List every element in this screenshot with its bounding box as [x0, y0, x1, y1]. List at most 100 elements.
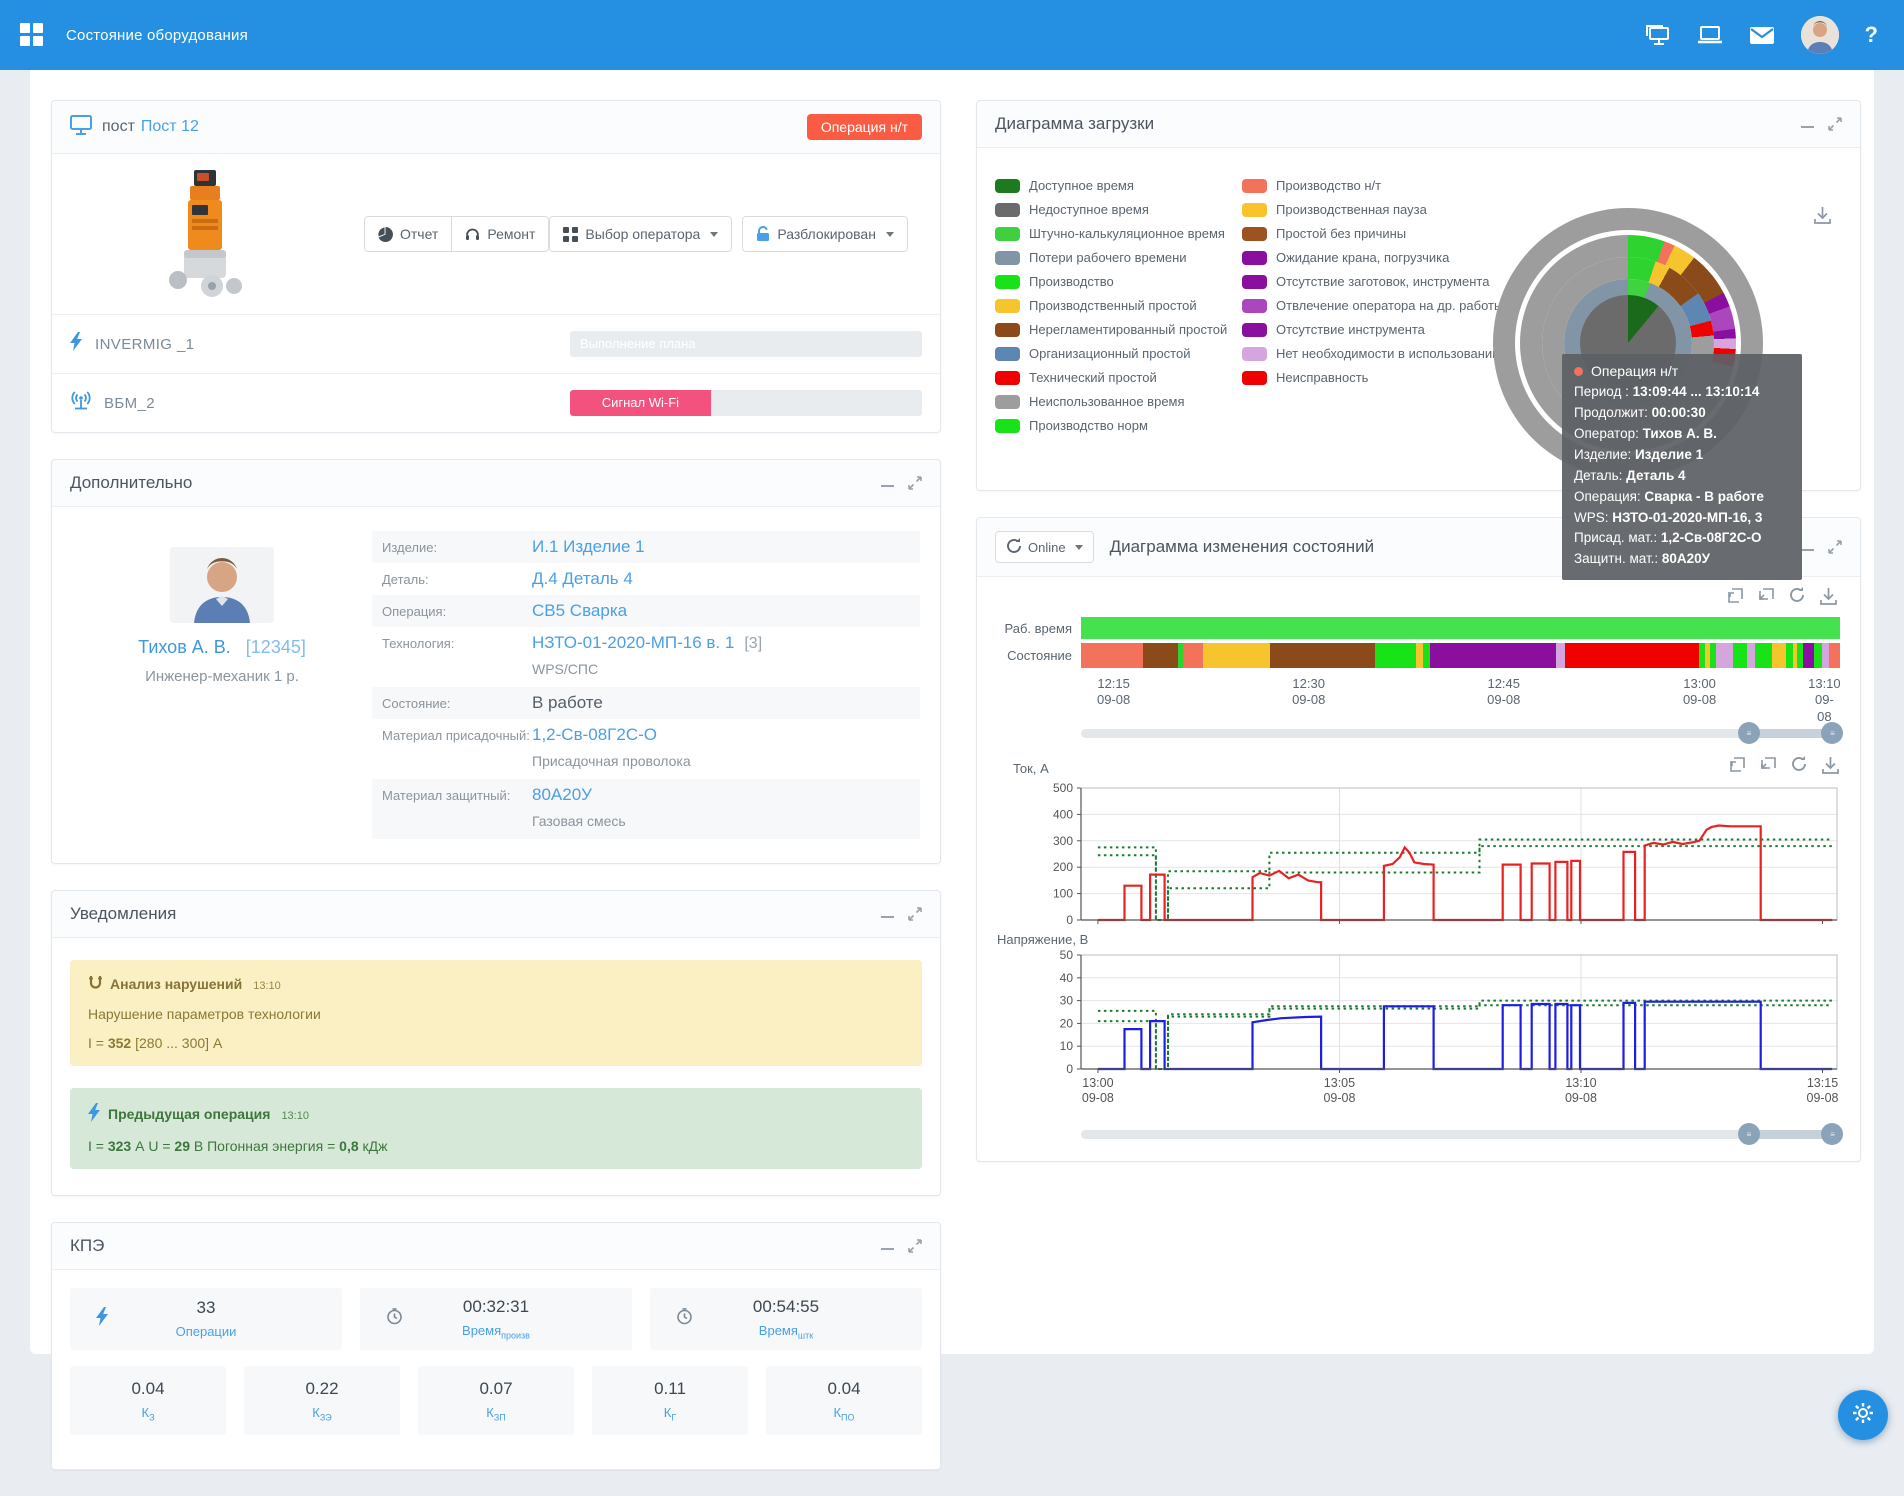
laptop-icon[interactable] [1697, 22, 1723, 48]
report-button[interactable]: Отчет [364, 216, 452, 252]
detail-value[interactable]: Д.4 Деталь 4 [532, 569, 633, 589]
legend-label: Производственный простой [1029, 298, 1197, 313]
operator-name-link[interactable]: Тихов А. В. [138, 637, 231, 657]
minimize-icon[interactable] [881, 916, 894, 918]
zoom-box-icon[interactable] [1727, 587, 1744, 611]
detail-value[interactable]: 80А20У [532, 785, 592, 805]
charts-scrollbar[interactable]: ≡ ≡ [1081, 1123, 1840, 1145]
mail-icon[interactable] [1749, 22, 1775, 48]
state-segment [1081, 617, 1840, 639]
kpi-label: КЗЭ [305, 1405, 338, 1423]
workstations-icon[interactable] [1645, 22, 1671, 48]
detail-value[interactable]: И.1 Изделие 1 [532, 537, 645, 557]
unlock-button[interactable]: Разблокирован [742, 216, 908, 252]
slider-handle-right[interactable]: ≡ [1821, 1123, 1843, 1145]
legend-item: Штучно-калькуляционное время [995, 224, 1227, 243]
legend-label: Производство [1029, 274, 1114, 289]
repair-button[interactable]: Ремонт [452, 216, 549, 252]
detail-value[interactable]: СВ5 Сварка [532, 601, 627, 621]
legend-swatch [995, 203, 1020, 217]
legend-item: Отсутствие инструмента [1242, 320, 1503, 339]
detail-subvalue: Присадочная проволока [532, 745, 910, 769]
current-chart-title: Ток, А [1013, 761, 1049, 776]
minimize-icon[interactable] [1801, 549, 1814, 551]
svg-text:100: 100 [1053, 887, 1073, 901]
legend-item: Технический простой [995, 368, 1227, 387]
device-progress-bar[interactable]: Выполнение плана [570, 331, 922, 357]
kpi-content: 0.04КЗ [131, 1379, 164, 1423]
legend-item: Производственная пауза [1242, 200, 1503, 219]
operator-grid-icon [563, 227, 578, 242]
current-line-chart[interactable]: 0100200300400500 [1033, 780, 1843, 930]
state-segment [1565, 643, 1699, 668]
online-mode-button[interactable]: Online [995, 531, 1094, 563]
download-icon[interactable] [1819, 587, 1838, 611]
svg-text:200: 200 [1053, 860, 1073, 874]
kpi-box: 00:32:31Времяпроизв [360, 1288, 632, 1350]
state-segment [1423, 643, 1430, 668]
axis-tick: 12:1509-08 [1097, 676, 1130, 709]
unlock-icon [756, 226, 770, 242]
state-segment [1430, 643, 1556, 668]
slider-handle-left[interactable]: ≡ [1738, 722, 1760, 744]
kpi-content: 0.04КПО [827, 1379, 860, 1423]
detail-suffix: [3] [744, 635, 762, 653]
detail-value[interactable]: НЗТО-01-2020-МП-16 в. 1 [532, 633, 734, 653]
legend-swatch [995, 179, 1020, 193]
post-name-link[interactable]: Пост 12 [141, 118, 199, 136]
download-icon[interactable] [1813, 206, 1832, 230]
zoom-reset-icon[interactable] [1758, 587, 1775, 611]
download-icon[interactable] [1821, 756, 1840, 780]
refresh-icon[interactable] [1789, 587, 1805, 611]
notification-title: Предыдущая операция [108, 1106, 270, 1122]
timeline-band-state[interactable] [1081, 643, 1840, 668]
legend-item: Простой без причины [1242, 224, 1503, 243]
bolt-icon [88, 1103, 101, 1125]
svg-text:13:0509-08: 13:0509-08 [1323, 1076, 1355, 1105]
expand-icon[interactable] [1828, 540, 1842, 554]
refresh-icon[interactable] [1791, 756, 1807, 780]
operator-select-button[interactable]: Выбор оператора [549, 216, 732, 252]
progress-label: Выполнение плана [580, 331, 696, 357]
zoom-reset-icon[interactable] [1760, 756, 1777, 780]
legend-label: Технический простой [1029, 370, 1157, 385]
expand-icon[interactable] [908, 1239, 922, 1253]
tooltip-title: Операция н/т [1591, 363, 1678, 379]
tooltip-row: Операция: Сварка - В работе [1574, 487, 1790, 508]
gear-icon [1852, 1402, 1874, 1429]
detail-label: Материал присадочный: [382, 728, 532, 743]
minimize-icon[interactable] [881, 1248, 894, 1250]
card-title: Диаграмма изменения состояний [1110, 537, 1375, 557]
notification-header: Анализ нарушений13:10 [88, 975, 904, 993]
state-segment [1772, 643, 1786, 668]
legend-label: Штучно-калькуляционное время [1029, 226, 1225, 241]
minimize-icon[interactable] [881, 485, 894, 487]
caret-down-icon [710, 232, 718, 237]
settings-fab[interactable] [1838, 1390, 1888, 1440]
detail-value[interactable]: 1,2-Св-08Г2С-О [532, 725, 657, 745]
minimize-icon[interactable] [1801, 126, 1814, 128]
timeline-row-label: Раб. время [997, 621, 1081, 636]
apps-grid-icon[interactable] [20, 23, 44, 47]
detail-label: Материал защитный: [382, 788, 532, 803]
expand-icon[interactable] [1828, 117, 1842, 131]
zoom-box-icon[interactable] [1729, 756, 1746, 780]
states-diagram-card: Online Диаграмма изменения состояний Раб… [976, 517, 1861, 1162]
device-progress-bar[interactable]: Сигнал Wi-Fi [570, 390, 922, 416]
legend-label: Недоступное время [1029, 202, 1149, 217]
chart-tooltip: Операция н/т Период : 13:09:44 ... 13:10… [1562, 354, 1802, 580]
slider-handle-left[interactable]: ≡ [1738, 1123, 1760, 1145]
timeline-band-worktime[interactable] [1081, 617, 1840, 639]
user-avatar[interactable] [1801, 16, 1839, 54]
kpi-content: 0.22КЗЭ [305, 1379, 338, 1423]
help-icon[interactable]: ? [1865, 22, 1878, 48]
kpi-box: 00:54:55Времяштк [650, 1288, 922, 1350]
voltage-line-chart[interactable]: 0102030405013:0009-0813:0509-0813:1009-0… [1033, 947, 1843, 1115]
timeline-scrollbar[interactable]: ≡ ≡ [1081, 722, 1840, 744]
slider-handle-right[interactable]: ≡ [1821, 722, 1843, 744]
expand-icon[interactable] [908, 476, 922, 490]
expand-icon[interactable] [908, 907, 922, 921]
device-name: INVERMIG _1 [95, 336, 194, 353]
detail-subvalue: Газовая смесь [532, 805, 910, 829]
kpi-value: 0.04 [131, 1379, 164, 1399]
